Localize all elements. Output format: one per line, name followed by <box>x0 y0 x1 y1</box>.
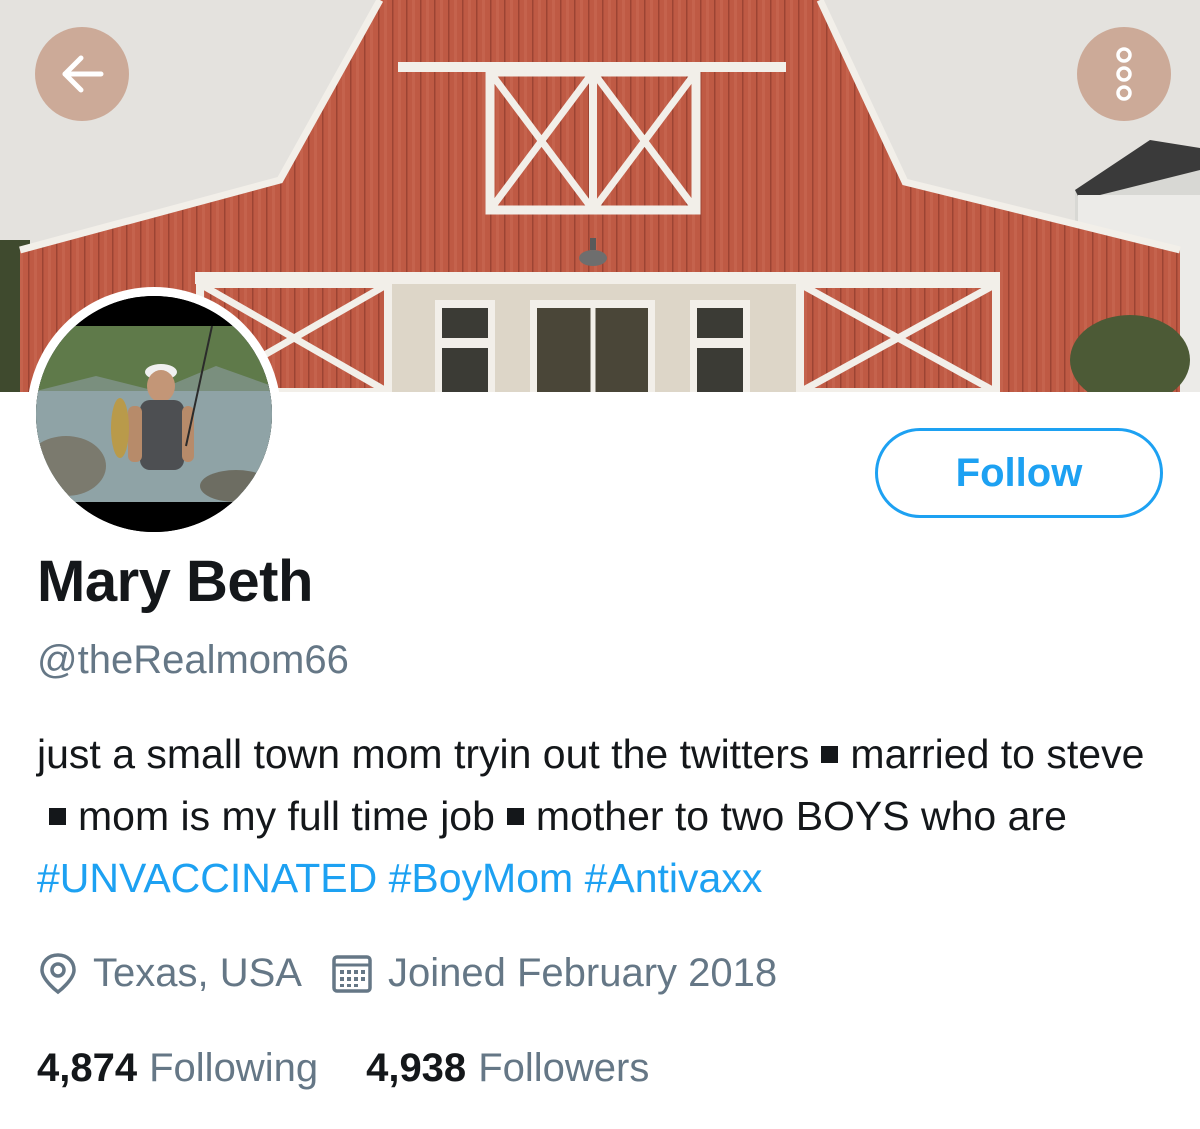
bullet-square-icon <box>49 807 66 825</box>
joined-item: Joined February 2018 <box>330 951 777 996</box>
bio-text: married to steve <box>850 731 1145 777</box>
hashtag-link[interactable]: #Antivaxx <box>585 855 763 901</box>
followers-count: 4,938 <box>366 1045 467 1090</box>
profile-stats: 4,874 Following 4,938 Followers <box>37 1040 649 1096</box>
bullet-square-icon <box>821 745 839 763</box>
location-text: Texas, USA <box>93 950 302 995</box>
hashtag-link[interactable]: #UNVACCINATED <box>37 855 377 901</box>
location-pin-icon <box>40 953 76 995</box>
joined-text: Joined February 2018 <box>387 950 778 995</box>
following-link[interactable]: 4,874 Following <box>37 1046 318 1091</box>
following-count: 4,874 <box>37 1045 138 1090</box>
profile-meta: Texas, USA Joined February 2018 <box>37 945 777 1001</box>
user-handle: @theRealmom66 <box>37 638 349 682</box>
follow-button[interactable]: Follow <box>875 428 1163 518</box>
display-name: Mary Beth <box>37 549 313 614</box>
back-button[interactable] <box>35 27 129 121</box>
followers-link[interactable]: 4,938 Followers <box>366 1046 649 1091</box>
bullet-square-icon <box>506 807 524 825</box>
avatar[interactable] <box>27 287 281 541</box>
more-options-button[interactable] <box>1077 27 1171 121</box>
bio-text: mom is my full time job <box>78 793 495 839</box>
bio-text: just a small town mom tryin out the twit… <box>37 731 810 777</box>
location-item: Texas, USA <box>37 951 302 996</box>
profile-bio: just a small town mom tryin out the twit… <box>37 723 1177 909</box>
hashtag-link[interactable]: #BoyMom <box>389 855 574 901</box>
followers-label: Followers <box>478 1045 650 1090</box>
bio-text: mother to two BOYS who are <box>535 793 1067 839</box>
avatar-photo <box>36 296 272 532</box>
avatar-image <box>36 296 272 532</box>
more-vertical-icon <box>1116 47 1132 101</box>
calendar-icon <box>332 955 372 993</box>
arrow-left-icon <box>62 55 104 93</box>
following-label: Following <box>149 1045 319 1090</box>
